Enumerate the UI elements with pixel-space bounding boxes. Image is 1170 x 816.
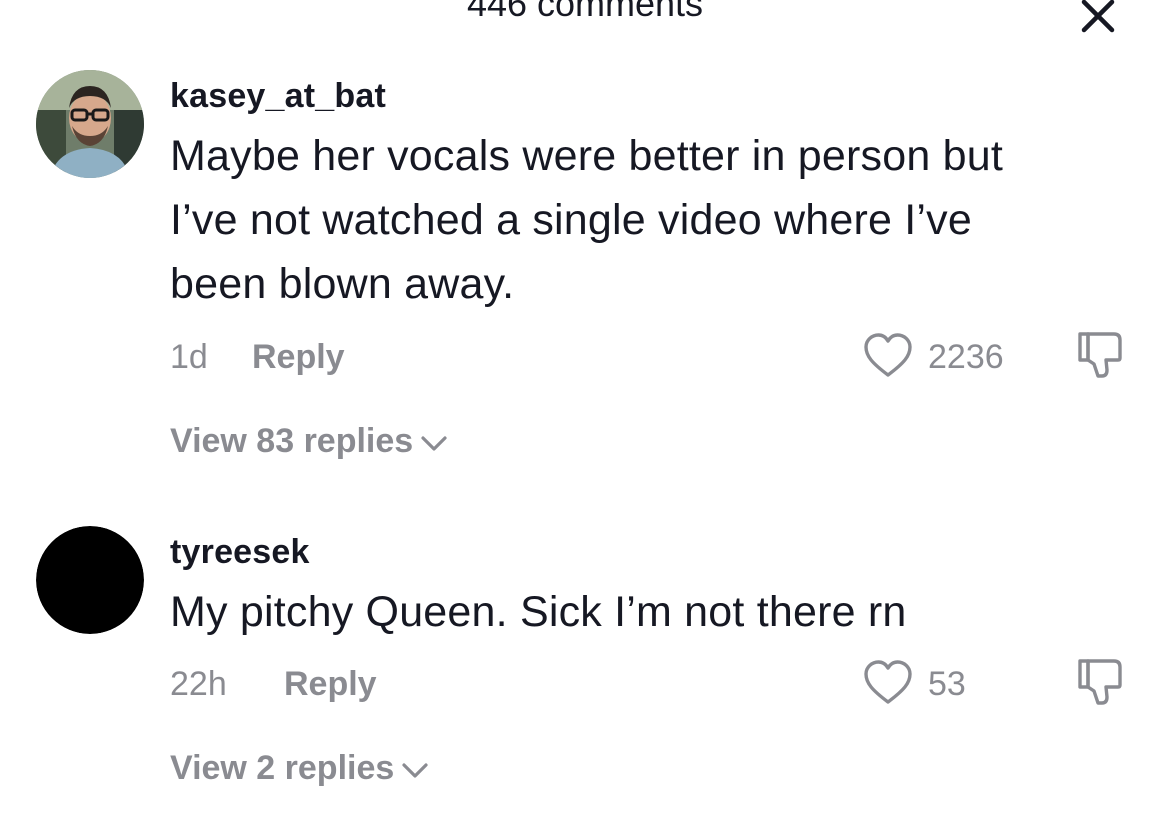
thumbs-down-icon <box>1078 659 1122 705</box>
comments-count-title: 446 comments <box>466 0 704 24</box>
heart-outline-icon <box>864 333 912 377</box>
like-count: 2236 <box>928 338 1004 376</box>
close-icon <box>1081 0 1115 33</box>
avatar[interactable] <box>36 70 144 178</box>
chevron-down-icon <box>419 433 449 453</box>
heart-outline-icon <box>864 660 912 704</box>
comment-text-line: Maybe her vocals were better in person b… <box>170 132 1004 180</box>
comment-text: My pitchy Queen. Sick I’m not there rn <box>170 580 1110 644</box>
comment-text-line: My pitchy Queen. Sick I’m not there rn <box>170 588 907 636</box>
comment-username[interactable]: tyreesek <box>170 532 310 572</box>
like-count: 53 <box>928 665 966 703</box>
view-replies-button[interactable]: View 2 replies <box>170 748 430 788</box>
comment-text-line: been blown away. <box>170 260 515 308</box>
view-replies-label: View 83 replies <box>170 422 414 460</box>
reply-button[interactable]: Reply <box>252 337 345 377</box>
reply-button[interactable]: Reply <box>284 664 377 704</box>
like-button[interactable] <box>862 659 914 707</box>
dislike-button[interactable] <box>1074 330 1126 382</box>
comment-text: Maybe her vocals were better in person b… <box>170 124 1110 316</box>
comment-username[interactable]: kasey_at_bat <box>170 76 386 116</box>
comment-timestamp: 22h <box>170 665 227 703</box>
dislike-button[interactable] <box>1074 657 1126 709</box>
comment-timestamp: 1d <box>170 338 208 376</box>
like-button[interactable] <box>862 332 914 380</box>
black-avatar <box>36 526 144 634</box>
avatar[interactable] <box>36 526 144 634</box>
thumbs-down-icon <box>1078 332 1122 378</box>
chevron-down-icon <box>400 760 430 780</box>
view-replies-label: View 2 replies <box>170 749 395 787</box>
view-replies-button[interactable]: View 83 replies <box>170 421 449 461</box>
comment-text-line: I’ve not watched a single video where I’… <box>170 196 972 244</box>
close-button[interactable] <box>1076 0 1120 38</box>
profile-photo <box>36 70 144 178</box>
